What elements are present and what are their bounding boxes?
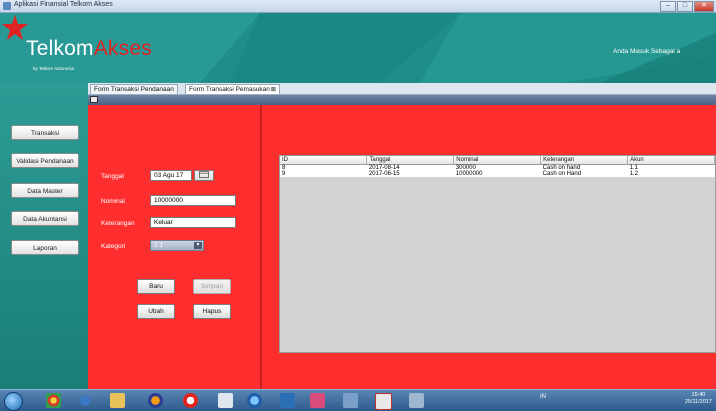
netbeans-icon[interactable]	[343, 393, 358, 408]
notepad-icon[interactable]	[218, 393, 233, 408]
tab-form-transaksi-pemasukan[interactable]: Form Transaksi Pemasukan⊠	[185, 84, 280, 94]
tanggal-label: Tanggal	[101, 173, 124, 180]
app-header: TelkomAkses by Telkom Indonesia Anda Mas…	[0, 13, 716, 83]
taskbar-app-icon[interactable]	[310, 393, 325, 408]
sidebar-item-laporan[interactable]: Laporan	[11, 240, 79, 255]
hapus-button[interactable]: Hapus	[193, 304, 231, 319]
opera-icon[interactable]	[183, 393, 198, 408]
chrome-icon[interactable]	[46, 393, 61, 408]
nominal-label: Nominal	[101, 198, 125, 205]
sidebar-item-data-master[interactable]: Data Master	[11, 183, 79, 198]
folder-icon[interactable]	[110, 393, 125, 408]
start-button[interactable]	[4, 392, 23, 411]
tab-bar: Form Transaksi Pendanaan Form Transaksi …	[88, 83, 716, 95]
brand-name-part2: Akses	[93, 37, 152, 60]
calendar-icon	[199, 171, 209, 178]
column-header-id[interactable]: ID	[280, 156, 368, 165]
internet-explorer-icon[interactable]	[247, 393, 262, 408]
brand-logo: TelkomAkses	[26, 37, 152, 61]
firefox-icon[interactable]	[148, 393, 163, 408]
ubah-button[interactable]: Ubah	[137, 304, 175, 319]
kategori-label: Kategori	[101, 243, 126, 250]
baru-button[interactable]: Baru	[137, 279, 175, 294]
system-tray: IN	[540, 394, 546, 400]
simpan-button[interactable]: Simpan	[193, 279, 231, 294]
keterangan-label: Keterangan	[101, 220, 135, 227]
brand-name-part1: Telkom	[26, 37, 94, 60]
main-content: Form Transaksi Pendanaan Form Transaksi …	[88, 83, 716, 389]
calendar-button[interactable]	[194, 170, 214, 181]
table-panel: ID Tanggal Nominal Keterangan Akun 8 201…	[262, 105, 716, 389]
system-clock[interactable]: 15:40 25/11/2017	[685, 392, 712, 406]
taskbar-app-icon[interactable]	[80, 396, 90, 406]
tab-label: Form Transaksi Pemasukan	[189, 86, 270, 93]
cell-akun: 1.2	[627, 171, 715, 177]
cell-tanggal: 2017-06-15	[366, 171, 454, 177]
cell-id: 9	[280, 171, 367, 177]
cell-keterangan: Cash on Hand	[540, 171, 628, 177]
data-table: ID Tanggal Nominal Keterangan Akun 8 201…	[280, 156, 715, 177]
windows-taskbar: IN 15:40 25/11/2017	[0, 389, 716, 411]
tab-close-icon[interactable]: ⊠	[271, 87, 276, 93]
kategori-value: 1.1	[154, 242, 164, 249]
window-titlebar: Aplikasi Finansial Telkom Akses – □ ✕	[0, 0, 716, 13]
tab-label: Form Transaksi Pendanaan	[94, 86, 174, 93]
frame-menu-icon[interactable]	[90, 96, 98, 103]
java-app-icon[interactable]	[409, 393, 424, 408]
column-header-tanggal[interactable]: Tanggal	[366, 156, 455, 165]
cell-nominal: 10000000	[453, 171, 541, 177]
chevron-down-icon: ▼	[194, 242, 202, 249]
nominal-field[interactable]: 10000000	[150, 195, 236, 206]
column-header-akun[interactable]: Akun	[627, 156, 715, 165]
clock-date: 25/11/2017	[684, 399, 712, 405]
form-panel: Tanggal 03 Agu 17 Nominal 10000000 Keter…	[88, 105, 260, 389]
subbrand-text: by Telkom Indonesia	[33, 66, 74, 71]
window-title: Aplikasi Finansial Telkom Akses	[14, 1, 113, 8]
table-row[interactable]: 9 2017-06-15 10000000 Cash on Hand 1.2	[280, 171, 715, 177]
keterangan-field[interactable]: Keluar	[150, 217, 236, 228]
taskbar-app-icon[interactable]	[280, 393, 295, 408]
window-controls: – □ ✕	[660, 1, 714, 12]
transactions-table[interactable]: ID Tanggal Nominal Keterangan Akun 8 201…	[279, 155, 716, 353]
sidebar-item-validasi-pendanaan[interactable]: Validasi Pendanaan	[11, 153, 79, 168]
logo-star-icon	[2, 15, 28, 40]
app-icon	[3, 2, 11, 10]
taskbar-app-icon[interactable]	[375, 393, 392, 410]
language-indicator[interactable]: IN	[540, 394, 546, 400]
sidebar: Transaksi Validasi Pendanaan Data Master…	[0, 83, 88, 389]
column-header-keterangan[interactable]: Keterangan	[540, 156, 629, 165]
table-header-row: ID Tanggal Nominal Keterangan Akun	[280, 156, 715, 165]
kategori-select[interactable]: 1.1 ▼	[150, 240, 204, 251]
close-button[interactable]: ✕	[694, 1, 714, 12]
user-status-message: Anda Masuk Sebagai a	[613, 48, 681, 55]
sidebar-item-transaksi[interactable]: Transaksi	[11, 125, 79, 140]
tanggal-field[interactable]: 03 Agu 17	[150, 170, 192, 181]
sidebar-item-data-akuntansi[interactable]: Data Akuntansi	[11, 211, 79, 226]
clock-time: 15:40	[691, 392, 706, 398]
maximize-button[interactable]: □	[677, 1, 693, 12]
tab-form-transaksi-pendanaan[interactable]: Form Transaksi Pendanaan	[90, 84, 178, 94]
minimize-button[interactable]: –	[660, 1, 676, 12]
internal-frame-titlebar	[88, 95, 716, 105]
column-header-nominal[interactable]: Nominal	[453, 156, 542, 165]
